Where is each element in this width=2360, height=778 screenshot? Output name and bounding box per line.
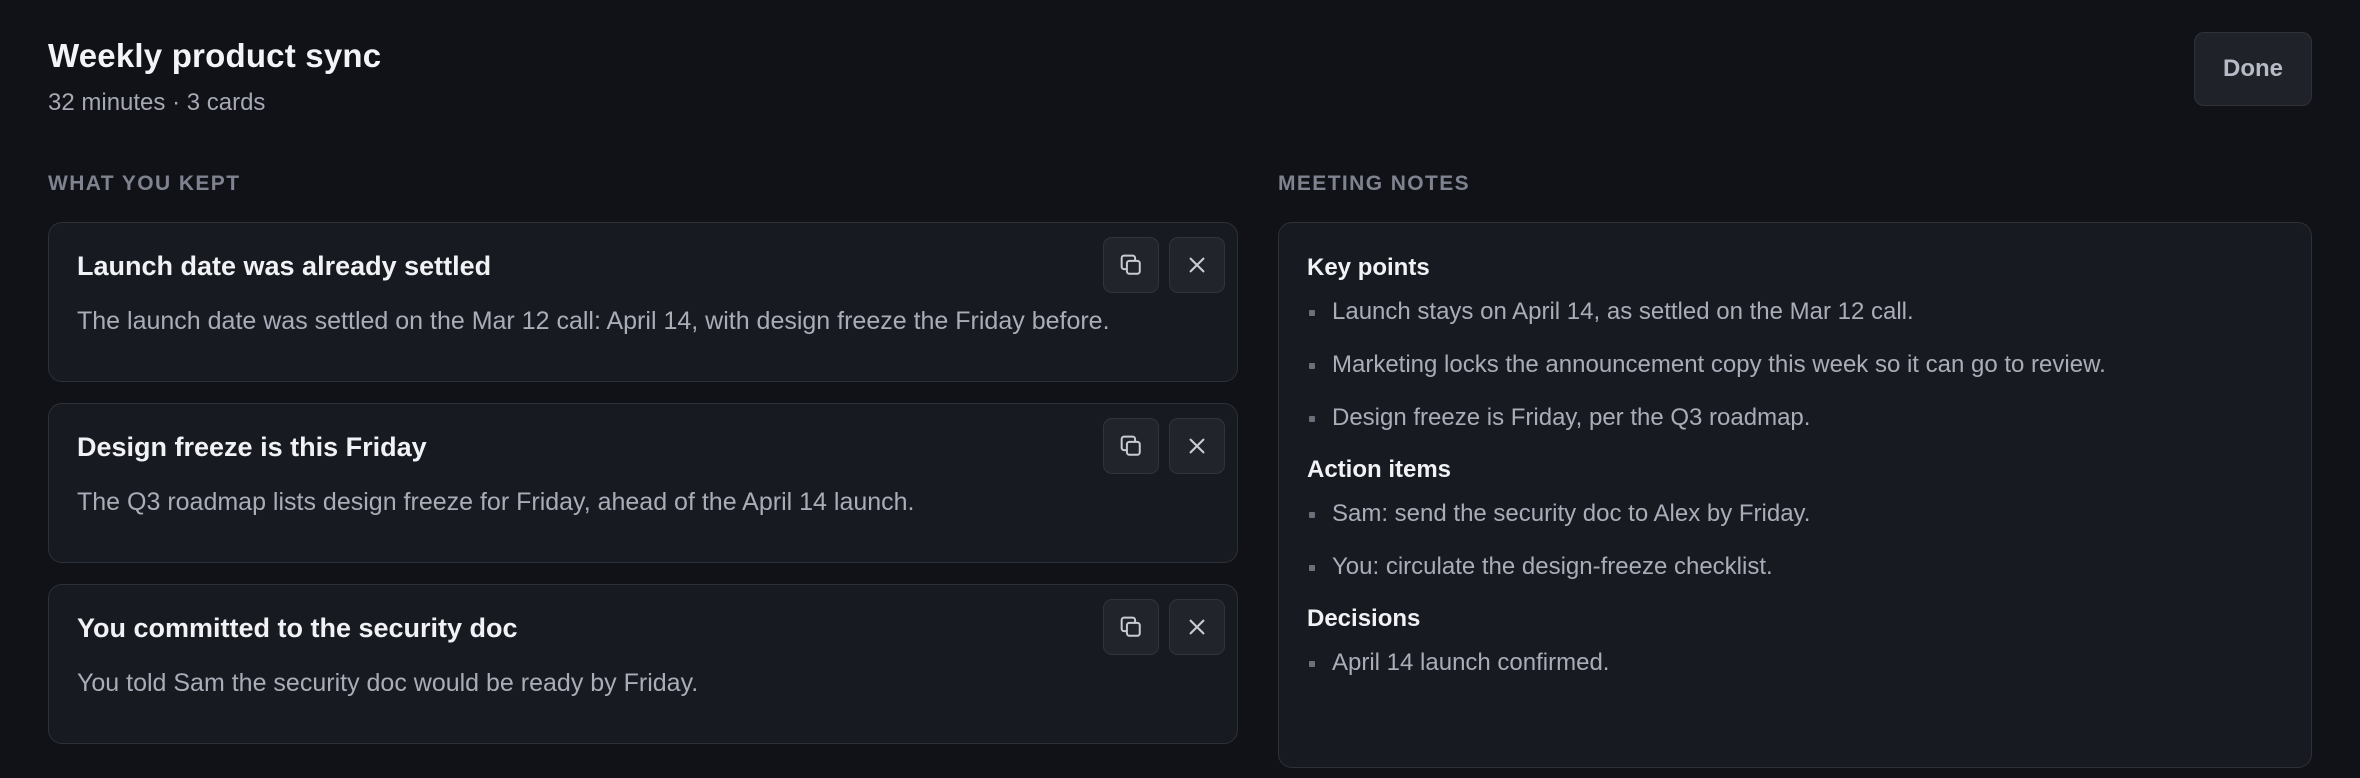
kept-card: You committed to the security doc You to… bbox=[48, 584, 1238, 744]
page-header: Weekly product sync 32 minutes · 3 cards… bbox=[48, 32, 2312, 172]
close-icon bbox=[1189, 619, 1205, 635]
key-points-list: Launch stays on April 14, as settled on … bbox=[1307, 297, 2283, 433]
list-item: Launch stays on April 14, as settled on … bbox=[1307, 297, 2283, 327]
meeting-meta: 32 minutes · 3 cards bbox=[48, 89, 266, 116]
bullet-icon bbox=[1309, 363, 1315, 369]
notes-heading-decisions: Decisions bbox=[1307, 605, 1421, 632]
list-item-text: April 14 launch confirmed. bbox=[1332, 649, 1610, 676]
card-actions bbox=[1103, 418, 1225, 474]
list-item-text: Launch stays on April 14, as settled on … bbox=[1332, 298, 1914, 325]
page-title: Weekly product sync bbox=[48, 37, 382, 74]
card-body: The Q3 roadmap lists design freeze for F… bbox=[77, 488, 915, 516]
copy-icon bbox=[1120, 616, 1141, 637]
card-title: Design freeze is this Friday bbox=[77, 432, 427, 462]
notes-column: MEETING NOTES Key points Launch stays on… bbox=[1278, 172, 2312, 768]
copy-icon bbox=[1120, 254, 1141, 275]
list-item-text: Sam: send the security doc to Alex by Fr… bbox=[1332, 500, 1811, 527]
list-item: Marketing locks the announcement copy th… bbox=[1307, 350, 2283, 380]
bullet-icon bbox=[1309, 661, 1315, 667]
copy-icon bbox=[1120, 435, 1141, 456]
kept-section-label: WHAT YOU KEPT bbox=[48, 172, 241, 195]
close-icon bbox=[1189, 438, 1205, 454]
content-columns: WHAT YOU KEPT Launch date was already se… bbox=[48, 172, 2312, 768]
notes-heading-key-points: Key points bbox=[1307, 254, 1430, 281]
card-actions bbox=[1103, 237, 1225, 293]
notes-section-label: MEETING NOTES bbox=[1278, 172, 1471, 195]
list-item: Design freeze is Friday, per the Q3 road… bbox=[1307, 403, 2283, 433]
copy-button[interactable] bbox=[1103, 418, 1159, 474]
card-body: You told Sam the security doc would be r… bbox=[77, 669, 699, 697]
dismiss-button[interactable] bbox=[1169, 599, 1225, 655]
list-item-text: You: circulate the design-freeze checkli… bbox=[1332, 553, 1773, 580]
list-item: You: circulate the design-freeze checkli… bbox=[1307, 552, 2283, 582]
list-item-text: Marketing locks the announcement copy th… bbox=[1332, 351, 2106, 378]
action-items-list: Sam: send the security doc to Alex by Fr… bbox=[1307, 499, 2283, 582]
bullet-icon bbox=[1309, 310, 1315, 316]
done-button[interactable]: Done bbox=[2194, 32, 2312, 106]
kept-card: Design freeze is this Friday The Q3 road… bbox=[48, 403, 1238, 563]
dismiss-button[interactable] bbox=[1169, 418, 1225, 474]
card-actions bbox=[1103, 599, 1225, 655]
list-item-text: Design freeze is Friday, per the Q3 road… bbox=[1332, 404, 1811, 431]
list-item: April 14 launch confirmed. bbox=[1307, 648, 2283, 678]
list-item: Sam: send the security doc to Alex by Fr… bbox=[1307, 499, 2283, 529]
meeting-notes-panel: Key points Launch stays on April 14, as … bbox=[1278, 222, 2312, 768]
notes-heading-action-items: Action items bbox=[1307, 456, 1452, 483]
bullet-icon bbox=[1309, 512, 1315, 518]
kept-column: WHAT YOU KEPT Launch date was already se… bbox=[48, 172, 1238, 768]
kept-card: Launch date was already settled The laun… bbox=[48, 222, 1238, 382]
decisions-list: April 14 launch confirmed. bbox=[1307, 648, 2283, 678]
dismiss-button[interactable] bbox=[1169, 237, 1225, 293]
card-body: The launch date was settled on the Mar 1… bbox=[77, 307, 1110, 335]
copy-button[interactable] bbox=[1103, 599, 1159, 655]
bullet-icon bbox=[1309, 416, 1315, 422]
bullet-icon bbox=[1309, 565, 1315, 571]
copy-button[interactable] bbox=[1103, 237, 1159, 293]
meeting-summary-page: Weekly product sync 32 minutes · 3 cards… bbox=[0, 0, 2360, 778]
close-icon bbox=[1189, 257, 1205, 273]
card-title: You committed to the security doc bbox=[77, 613, 518, 643]
card-title: Launch date was already settled bbox=[77, 251, 492, 281]
